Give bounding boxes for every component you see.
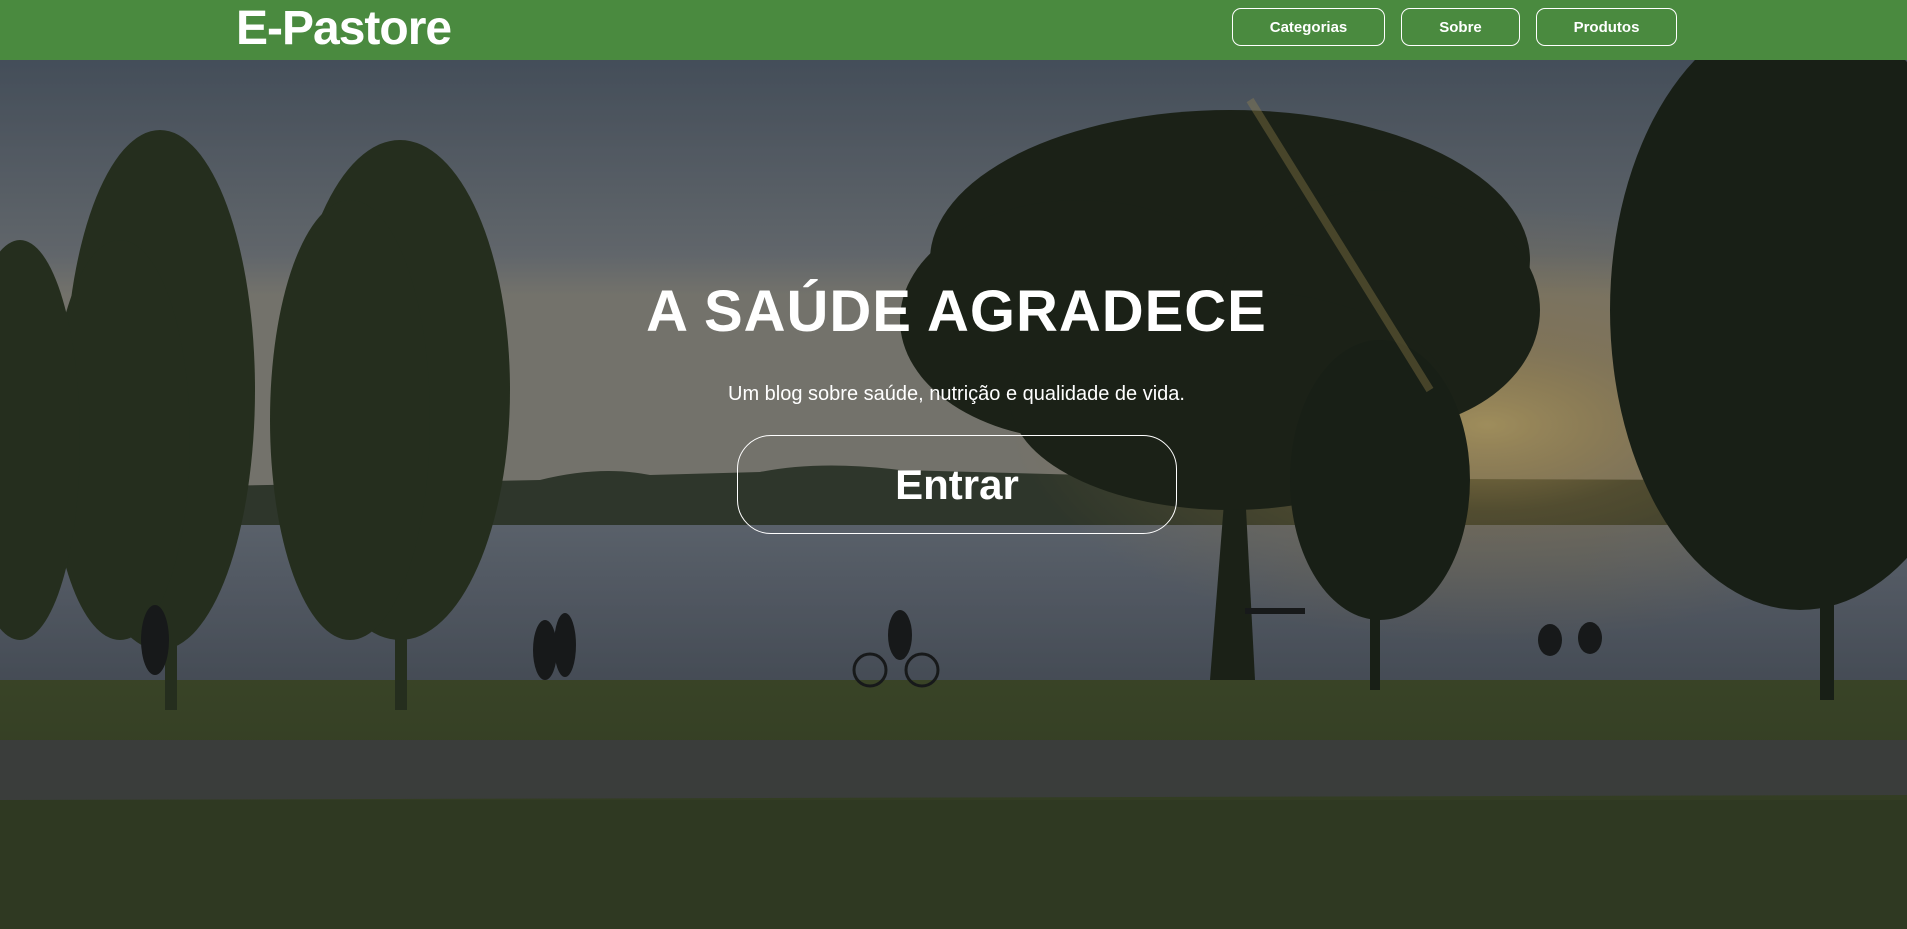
page: E-Pastore Categorias Sobre Produtos A SA… bbox=[0, 0, 1907, 929]
nav-categorias-button[interactable]: Categorias bbox=[1232, 8, 1385, 46]
hero-subtitle: Um blog sobre saúde, nutrição e qualidad… bbox=[728, 383, 1185, 405]
hero-title: A SAÚDE AGRADECE bbox=[646, 279, 1267, 344]
enter-button[interactable]: Entrar bbox=[737, 435, 1177, 534]
nav-produtos-button[interactable]: Produtos bbox=[1536, 8, 1677, 46]
brand-logo[interactable]: E-Pastore bbox=[236, 0, 452, 58]
navbar: E-Pastore Categorias Sobre Produtos bbox=[0, 0, 1907, 60]
nav-sobre-button[interactable]: Sobre bbox=[1401, 8, 1520, 46]
